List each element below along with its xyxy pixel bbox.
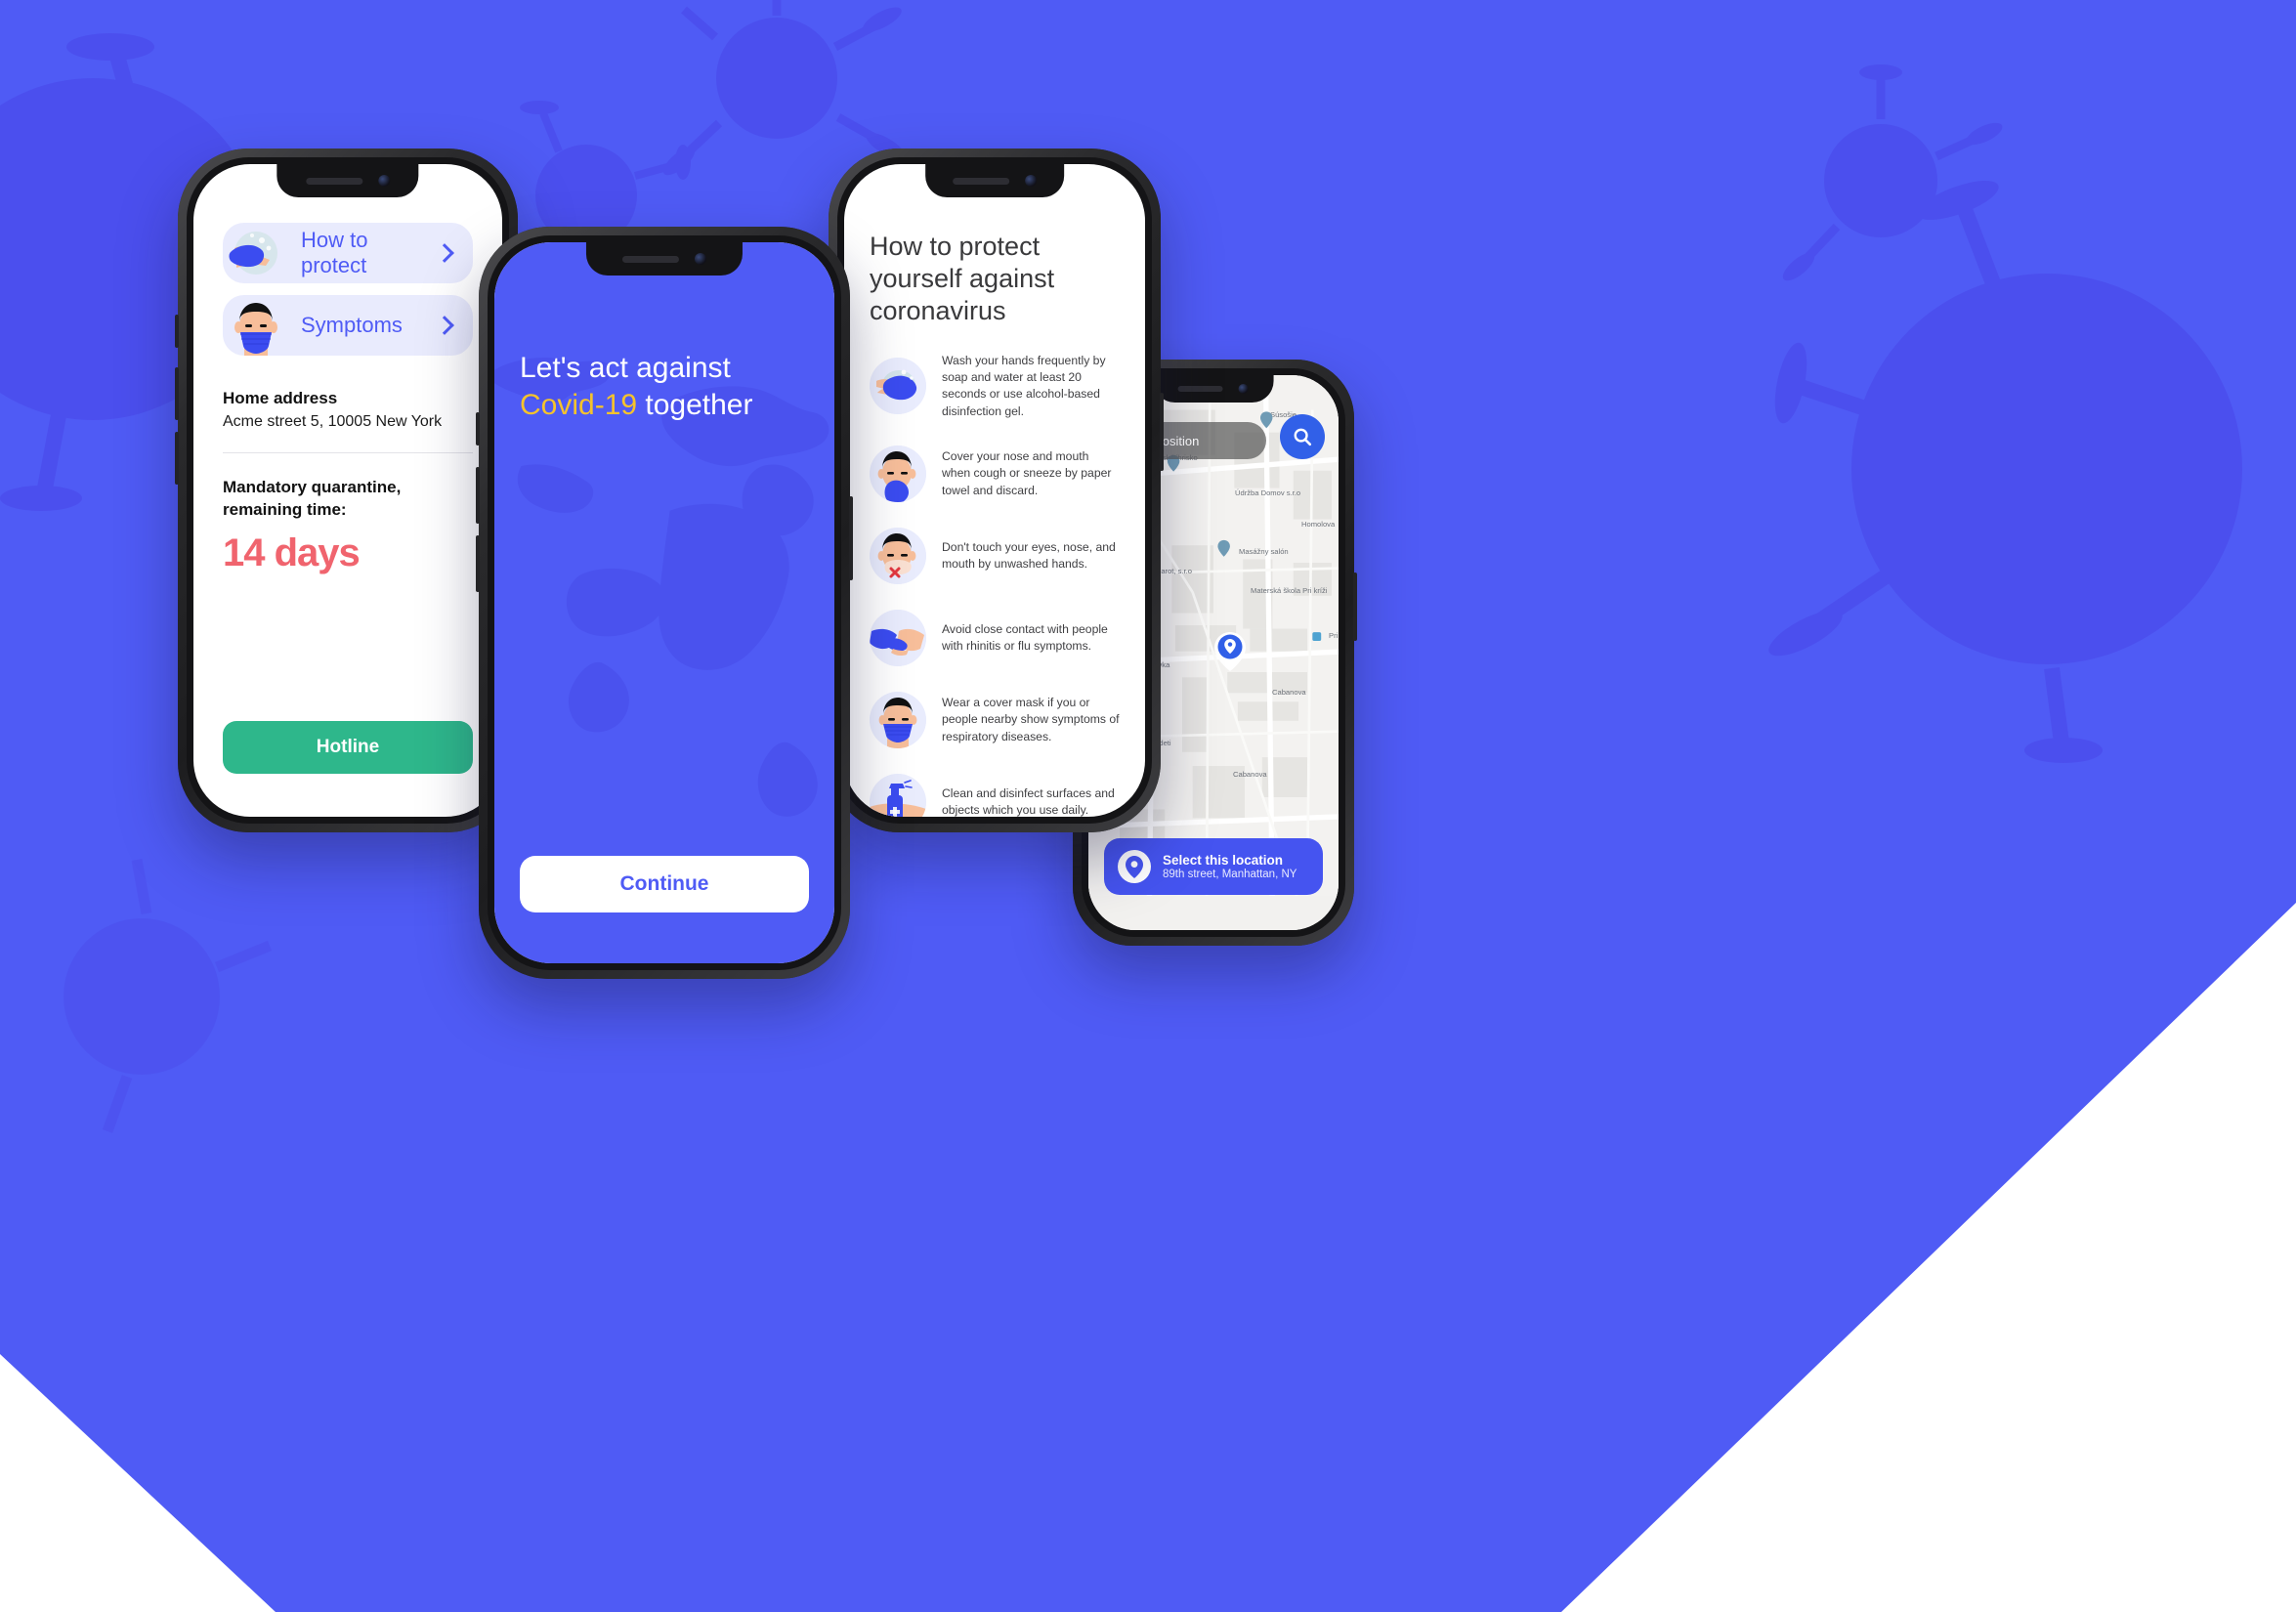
earpiece-speaker bbox=[621, 255, 679, 263]
tip-row: Wash your hands frequently by soap and w… bbox=[870, 353, 1120, 420]
tip-row: Clean and disinfect surfaces and objects… bbox=[870, 774, 1120, 817]
search-icon bbox=[1294, 428, 1312, 446]
tip-row: Cover your nose and mouth when cough or … bbox=[870, 445, 1120, 503]
onboarding-title-line1: Let's act against bbox=[520, 352, 731, 384]
volume-up-button[interactable] bbox=[175, 367, 179, 420]
tip-text: Don't touch your eyes, nose, and mouth b… bbox=[942, 539, 1116, 572]
earpiece-speaker bbox=[952, 177, 1009, 185]
washing-hands-icon bbox=[870, 358, 926, 415]
tip-row: Avoid close contact with people with rhi… bbox=[870, 610, 1120, 667]
masked-face-icon bbox=[223, 295, 287, 356]
select-location-card[interactable]: Select this location 89th street, Manhat… bbox=[1104, 838, 1323, 895]
continue-button[interactable]: Continue bbox=[520, 856, 809, 912]
menu-item-symptoms[interactable]: Symptoms bbox=[223, 295, 473, 356]
tip-text: Wear a cover mask if you or people nearb… bbox=[942, 696, 1120, 743]
volume-down-button[interactable] bbox=[175, 432, 179, 485]
phone-home-screen: How to protect Symptoms Home address Acm… bbox=[193, 164, 502, 817]
tip-text: Cover your nose and mouth when cough or … bbox=[942, 449, 1112, 497]
masked-face-icon bbox=[870, 692, 926, 749]
phone-notch bbox=[585, 242, 744, 276]
menu-item-how-to-protect[interactable]: How to protect bbox=[223, 223, 473, 283]
quarantine-title-line2: remaining time: bbox=[223, 499, 347, 519]
map-search-button[interactable] bbox=[1280, 414, 1325, 459]
quarantine-title-line1: Mandatory quarantine, bbox=[223, 478, 402, 496]
no-face-touch-icon bbox=[870, 528, 926, 585]
phone-notch bbox=[276, 164, 419, 197]
earpiece-speaker bbox=[305, 177, 362, 185]
volume-up-button[interactable] bbox=[476, 467, 480, 524]
quarantine-remaining-value: 14 days bbox=[223, 530, 361, 574]
map-pin-icon bbox=[1118, 850, 1151, 883]
power-button[interactable] bbox=[1160, 393, 1164, 471]
cough-cover-icon bbox=[870, 445, 926, 503]
phone-protect: How to protect yourself against coronavi… bbox=[826, 148, 1164, 832]
map-pin-selected-icon[interactable] bbox=[1213, 631, 1247, 672]
home-address-title: Home address bbox=[223, 389, 338, 407]
hotline-button[interactable]: Hotline bbox=[223, 721, 473, 774]
phone-onboarding: Let's act against Covid-19 together Cont… bbox=[476, 227, 853, 979]
divider bbox=[223, 452, 473, 453]
mute-switch[interactable] bbox=[175, 315, 179, 348]
phone-notch bbox=[1153, 375, 1274, 403]
phone-home: How to protect Symptoms Home address Acm… bbox=[175, 148, 521, 832]
mute-switch[interactable] bbox=[476, 412, 480, 445]
front-camera-icon bbox=[1024, 175, 1037, 187]
phone-protect-screen: How to protect yourself against coronavi… bbox=[844, 164, 1145, 817]
earpiece-speaker bbox=[1178, 386, 1223, 392]
tip-text: Clean and disinfect surfaces and objects… bbox=[942, 785, 1115, 817]
volume-down-button[interactable] bbox=[476, 535, 480, 592]
spray-bottle-icon bbox=[870, 774, 926, 817]
front-camera-icon bbox=[377, 175, 390, 187]
chevron-right-icon bbox=[435, 243, 454, 263]
onboarding-title-tail: together bbox=[637, 388, 753, 421]
power-button[interactable] bbox=[849, 496, 853, 580]
handshake-icon bbox=[870, 610, 926, 667]
menu-item-label: How to protect bbox=[301, 228, 368, 277]
washing-hands-icon bbox=[223, 223, 287, 283]
power-button[interactable] bbox=[1353, 573, 1357, 641]
onboarding-title-highlight: Covid-19 bbox=[520, 388, 638, 421]
front-camera-icon bbox=[1239, 384, 1249, 394]
tip-text: Wash your hands frequently by soap and w… bbox=[942, 353, 1106, 418]
protect-page-title: How to protect yourself against coronavi… bbox=[870, 232, 1055, 325]
tip-row: Don't touch your eyes, nose, and mouth b… bbox=[870, 528, 1120, 585]
select-location-title: Select this location bbox=[1163, 853, 1284, 868]
select-location-subtitle: 89th street, Manhattan, NY bbox=[1163, 869, 1297, 880]
front-camera-icon bbox=[694, 253, 706, 265]
chevron-right-icon bbox=[435, 316, 454, 335]
tip-text: Avoid close contact with people with rhi… bbox=[942, 621, 1108, 654]
menu-item-label: Symptoms bbox=[301, 313, 403, 337]
world-map-decoration bbox=[494, 358, 829, 817]
tip-row: Wear a cover mask if you or people nearb… bbox=[870, 692, 1120, 749]
quarantine-title: Mandatory quarantine, remaining time: bbox=[223, 477, 473, 522]
phone-notch bbox=[925, 164, 1064, 197]
home-address-value: Acme street 5, 10005 New York bbox=[223, 413, 443, 430]
onboarding-title: Let's act against Covid-19 together bbox=[520, 350, 809, 423]
phone-onboarding-screen: Let's act against Covid-19 together Cont… bbox=[494, 242, 834, 963]
